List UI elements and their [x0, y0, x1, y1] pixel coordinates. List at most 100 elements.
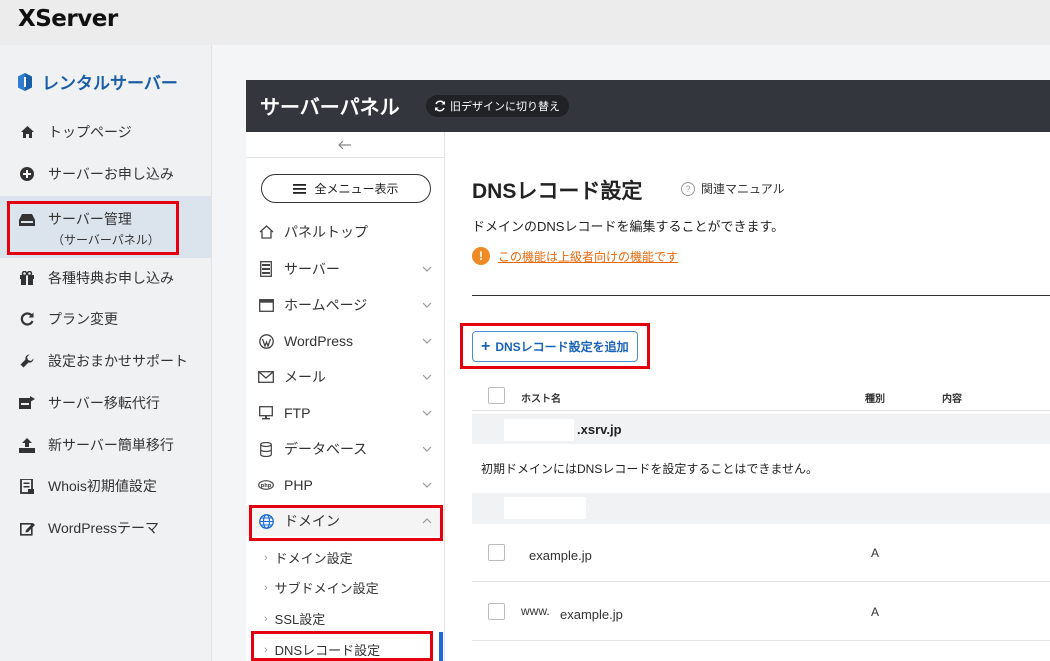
database-icon: [258, 441, 274, 457]
mail-icon: [258, 369, 274, 385]
chevron-right-icon: ›: [264, 612, 268, 625]
row-checkbox[interactable]: [488, 603, 505, 620]
sidebar-item-wp-theme[interactable]: WordPressテーマ: [0, 516, 211, 540]
select-all-checkbox[interactable]: [488, 387, 505, 404]
chevron-down-icon: [422, 446, 432, 452]
server-move-icon: [19, 395, 35, 411]
server-icon: [258, 261, 274, 277]
table-row[interactable]: example.jp A: [472, 524, 1050, 582]
wrench-icon: [19, 353, 35, 369]
row-type: A: [871, 546, 880, 560]
chevron-down-icon: [422, 482, 432, 488]
gift-icon: [19, 270, 35, 286]
whois-icon: [19, 478, 35, 494]
redacted-area: [504, 419, 574, 441]
arrow-left-icon: [338, 140, 351, 149]
nav-item-panel-top[interactable]: パネルトップ: [246, 217, 444, 247]
plus-circle-icon: [19, 166, 35, 182]
nav-active-indicator: [439, 632, 443, 661]
browser-icon: [258, 297, 274, 313]
row-host: example.jp: [560, 607, 623, 622]
switch-design-button[interactable]: 旧デザインに切り替え: [426, 95, 569, 117]
sidebar-item-support[interactable]: 設定おまかせサポート: [0, 349, 211, 373]
sidebar-item-benefits[interactable]: 各種特典お申し込み: [0, 266, 211, 290]
advanced-warning: ! この機能は上級者向けの機能です: [472, 247, 678, 265]
highlight-add-button: [460, 323, 650, 369]
nav-sub-subdomain-settings[interactable]: › サブドメイン設定: [264, 578, 379, 597]
hamburger-icon: [293, 183, 307, 194]
chevron-down-icon: [422, 266, 432, 272]
home-icon: [258, 224, 274, 240]
switch-design-label: 旧デザインに切り替え: [450, 101, 560, 113]
sidebar-item-top[interactable]: トップページ: [0, 120, 211, 144]
php-icon: php: [258, 477, 274, 493]
table-row[interactable]: www. example.jp A: [472, 583, 1050, 641]
sidebar-title[interactable]: レンタルサーバー: [18, 69, 178, 94]
redacted-area: [504, 497, 586, 519]
wordpress-icon: [258, 333, 274, 349]
sidebar-item-order[interactable]: サーバーお申し込み: [0, 162, 211, 186]
manual-link-label: 関連マニュアル: [701, 182, 785, 196]
upload-icon: [19, 437, 35, 453]
chevron-right-icon: ›: [264, 581, 268, 594]
panel-nav: 全メニュー表示 パネルトップ サーバー ホームページ WordPress メール…: [246, 132, 445, 661]
chevron-down-icon: [422, 374, 432, 380]
manual-link[interactable]: ? 関連マニュアル: [681, 180, 785, 197]
advanced-warning-link[interactable]: この機能は上級者向けの機能です: [498, 248, 678, 265]
edit-icon: [19, 520, 35, 536]
nav-item-homepage[interactable]: ホームページ: [246, 290, 444, 320]
nav-item-wordpress[interactable]: WordPress: [246, 326, 444, 356]
sidebar-item-migration-agent[interactable]: サーバー移転代行: [0, 391, 211, 415]
chevron-down-icon: [422, 338, 432, 344]
nav-sub-ssl-settings[interactable]: › SSL設定: [264, 609, 325, 628]
highlight-domain: [249, 505, 443, 541]
main-content: DNSレコード設定 ? 関連マニュアル ドメインのDNSレコードを編集することが…: [445, 132, 1050, 661]
row-host: example.jp: [529, 548, 592, 563]
row-type: A: [871, 605, 880, 619]
sync-icon: [435, 100, 445, 112]
nav-back-button[interactable]: [246, 132, 444, 158]
row-checkbox[interactable]: [488, 544, 505, 561]
nav-sub-domain-settings[interactable]: › ドメイン設定: [264, 548, 353, 567]
highlight-dns-record: [251, 631, 433, 661]
initial-domain-note: 初期ドメインにはDNSレコードを設定することはできません。: [481, 462, 818, 476]
sidebar: レンタルサーバー トップページ サーバーお申し込み サーバー管理 （サーバーパネ…: [0, 45, 212, 661]
highlight-server-manage: [7, 201, 179, 255]
column-host: ホスト名: [521, 394, 561, 405]
domain-group-row: .xsrv.jp: [472, 414, 1050, 444]
divider: [472, 295, 1050, 296]
all-menu-label: 全メニュー表示: [314, 182, 399, 196]
chevron-down-icon: [422, 410, 432, 416]
sidebar-item-plan-change[interactable]: プラン変更: [0, 307, 211, 331]
chevron-down-icon: [422, 302, 432, 308]
nav-item-database[interactable]: データベース: [246, 434, 444, 464]
domain-name: .xsrv.jp: [577, 422, 622, 437]
rental-server-icon: [18, 72, 32, 91]
help-icon: ?: [681, 181, 695, 196]
svg-text:php: php: [261, 483, 272, 489]
domain-group-row: [472, 493, 1050, 524]
sidebar-title-label: レンタルサーバー: [42, 74, 178, 93]
table-header: ホスト名 種別 内容: [472, 381, 1050, 411]
panel-title: サーバーパネル: [260, 97, 400, 119]
column-content: 内容: [942, 394, 962, 405]
column-type: 種別: [865, 394, 885, 405]
xserver-logo[interactable]: XServer: [18, 6, 118, 32]
row-host-prefix: www.: [521, 604, 550, 618]
nav-item-ftp[interactable]: FTP: [246, 398, 444, 428]
home-icon: [19, 124, 35, 140]
top-bar: XServer: [0, 0, 1050, 45]
panel-header: サーバーパネル 旧デザインに切り替え: [246, 80, 1050, 132]
warning-icon: !: [472, 247, 490, 265]
all-menu-button[interactable]: 全メニュー表示: [261, 174, 431, 203]
nav-item-server[interactable]: サーバー: [246, 254, 444, 284]
sidebar-item-whois[interactable]: Whois初期値設定: [0, 474, 211, 498]
nav-item-php[interactable]: php PHP: [246, 470, 444, 500]
chevron-right-icon: ›: [264, 551, 268, 564]
monitor-icon: [258, 405, 274, 421]
refresh-icon: [19, 311, 35, 327]
nav-item-mail[interactable]: メール: [246, 362, 444, 392]
page-description: ドメインのDNSレコードを編集することができます。: [472, 219, 785, 234]
sidebar-item-easy-migration[interactable]: 新サーバー簡単移行: [0, 433, 211, 457]
page-title: DNSレコード設定: [472, 180, 643, 203]
